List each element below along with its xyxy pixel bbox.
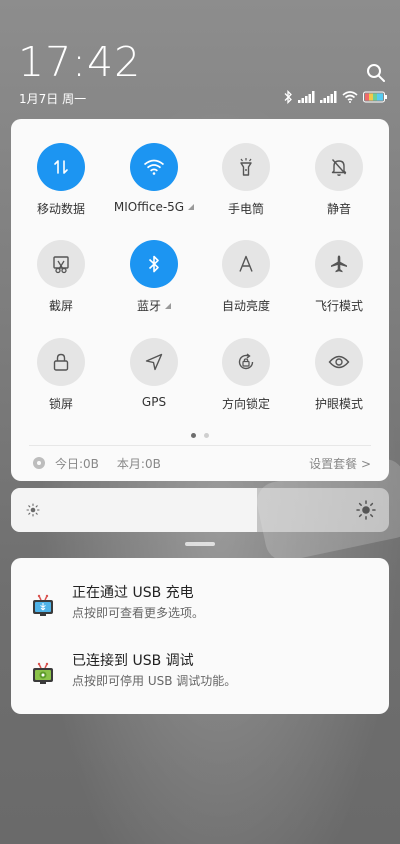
tile-mute[interactable]: 静音 [291,143,387,217]
bluetooth-toggle[interactable] [130,240,178,288]
tile-label: 自动亮度 [221,299,270,313]
drag-handle[interactable] [185,542,215,546]
tile-auto-brightness[interactable]: 自动亮度 [198,240,294,314]
data-usage-icon [33,457,45,469]
wifi-icon [342,91,358,103]
tile-label: 蓝牙 [136,299,161,313]
bluetooth-icon [148,255,159,273]
notification-usb-debugging[interactable]: 已连接到 USB 调试 点按即可停用 USB 调试功能。 [11,648,389,698]
clock-date: 1月7日 周一 [19,92,87,106]
tile-label: 手电筒 [227,202,264,216]
data-usage-row: 今日:0B 本月:0B 设置套餐 > [33,455,371,471]
usb-charging-icon [33,594,53,616]
clock-time: 17:42 [18,38,142,86]
airplane-mode-toggle[interactable] [315,240,363,288]
wifi-toggle[interactable] [130,143,178,191]
tile-eye-comfort[interactable]: 护眼模式 [291,338,387,412]
tile-label: GPS [141,395,167,409]
data-plan-settings-link[interactable]: 设置套餐 > [309,455,371,472]
signal-icon [320,91,337,103]
tile-lock-screen[interactable]: 锁屏 [13,338,109,412]
notification-title: 已连接到 USB 调试 [72,653,194,669]
screenshot-toggle[interactable] [37,240,85,288]
battery-icon [363,91,387,103]
brightness-high-icon [356,500,376,520]
data-usage-today: 今日:0B [55,456,99,471]
wifi-icon [143,159,165,175]
gps-toggle[interactable] [130,338,178,386]
tile-gps[interactable]: GPS [106,338,202,409]
rotation-lock-icon [238,353,254,370]
tile-airplane-mode[interactable]: 飞行模式 [291,240,387,314]
lock-icon [53,353,69,371]
quick-settings-panel: 移动数据 MIOffice-5G 手电筒 静音 截屏 蓝牙 自动亮度 飞行模式 … [11,119,389,481]
page-dot-active [191,433,196,438]
brightness-low-icon [26,503,40,517]
tile-screenshot[interactable]: 截屏 [13,240,109,314]
auto-brightness-icon [239,255,253,272]
rotation-lock-toggle[interactable] [222,338,270,386]
flashlight-icon [240,158,252,176]
notification-body: 点按即可查看更多选项。 [72,606,205,620]
lock-screen-toggle[interactable] [37,338,85,386]
tile-wifi[interactable]: MIOffice-5G [106,143,202,214]
gps-icon [145,353,163,371]
expand-indicator-icon[interactable] [165,302,171,309]
brightness-fill [11,488,257,532]
tile-label: 截屏 [48,299,73,313]
mobile-data-toggle[interactable] [37,143,85,191]
auto-brightness-toggle[interactable] [222,240,270,288]
signal-icon [298,91,315,103]
brightness-slider[interactable] [11,488,389,532]
mobile-data-icon [54,160,68,174]
usb-debug-icon [33,662,53,684]
tile-label: 飞行模式 [314,299,363,313]
flashlight-toggle[interactable] [222,143,270,191]
mute-toggle[interactable] [315,143,363,191]
eye-icon [328,355,350,369]
notification-body: 点按即可停用 USB 调试功能。 [72,674,237,688]
tile-bluetooth[interactable]: 蓝牙 [106,240,202,314]
notification-usb-charging[interactable]: 正在通过 USB 充电 点按即可查看更多选项。 [11,580,389,630]
mute-icon [331,159,347,176]
divider [29,445,371,446]
tile-mobile-data[interactable]: 移动数据 [13,143,109,217]
airplane-icon [331,255,347,273]
tile-label: 锁屏 [48,397,73,411]
tile-label: 方向锁定 [221,397,270,411]
search-icon[interactable] [366,63,386,83]
eye-comfort-toggle[interactable] [315,338,363,386]
tile-rotation-lock[interactable]: 方向锁定 [198,338,294,412]
page-dot [204,433,209,438]
tile-label: MIOffice-5G [113,200,185,214]
tile-flashlight[interactable]: 手电筒 [198,143,294,217]
status-bar-icons [283,89,388,105]
expand-indicator-icon[interactable] [188,204,195,210]
tile-label: 移动数据 [36,202,85,216]
notification-title: 正在通过 USB 充电 [72,585,194,601]
tile-label: 静音 [326,202,351,216]
bluetooth-icon [284,90,292,104]
data-usage-month: 本月:0B [116,456,161,471]
page-indicator [11,433,389,438]
notification-panel: 正在通过 USB 充电 点按即可查看更多选项。 已连接到 USB 调试 点按即可… [11,558,389,714]
screenshot-icon [53,256,69,274]
tile-label: 护眼模式 [314,397,363,411]
